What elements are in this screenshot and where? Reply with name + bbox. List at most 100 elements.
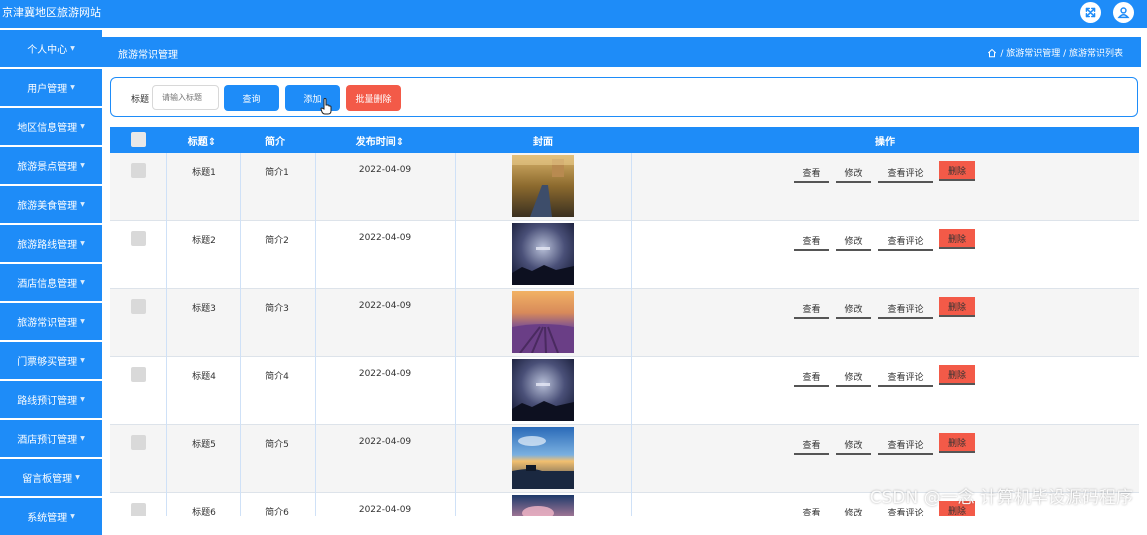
delete-button[interactable]: 删除 [939,297,975,317]
row-title: 标题1 [180,165,228,178]
sidebar-item-regions[interactable]: 地区信息管理▼ [0,108,102,145]
select-all-checkbox[interactable] [131,132,146,147]
column-divider [240,153,241,516]
row-checkbox[interactable] [131,231,146,246]
delete-button[interactable]: 删除 [939,161,975,181]
cover-image [512,427,574,489]
edit-button[interactable]: 修改 [836,503,871,516]
view-button[interactable]: 查看 [794,367,829,387]
row-title: 标题3 [180,301,228,314]
view-button[interactable]: 查看 [794,503,829,516]
delete-button[interactable]: 删除 [939,433,975,453]
cover-image [512,223,574,285]
hand-cursor-icon [320,98,332,115]
sidebar-item-users[interactable]: 用户管理▼ [0,69,102,106]
sidebar-item-label: 用户管理 [27,80,67,95]
sidebar-item-system[interactable]: 系统管理▼ [0,498,102,535]
sidebar-item-label: 个人中心 [27,41,67,56]
view-comments-button[interactable]: 查看评论 [878,299,933,319]
chevron-down-icon: ▼ [80,162,85,169]
edit-button[interactable]: 修改 [836,435,871,455]
view-button[interactable]: 查看 [794,163,829,183]
table-row: 标题3 简介3 2022-04-09 查看 修改 查看评论 删除 [110,289,1139,357]
row-checkbox[interactable] [131,435,146,450]
sidebar-item-label: 旅游常识管理 [17,314,77,329]
breadcrumb: / 旅游常识管理 / 旅游常识列表 [987,46,1123,59]
query-button[interactable]: 查询 [224,85,279,111]
row-title: 标题5 [180,437,228,450]
chevron-down-icon: ▼ [75,474,80,481]
edit-button[interactable]: 修改 [836,163,871,183]
title-search-input[interactable] [152,85,219,110]
view-button[interactable]: 查看 [794,299,829,319]
row-date: 2022-04-09 [350,233,420,243]
view-comments-button[interactable]: 查看评论 [878,163,933,183]
chevron-down-icon: ▼ [80,279,85,286]
row-checkbox[interactable] [131,299,146,314]
breadcrumb-text[interactable]: / 旅游常识管理 / 旅游常识列表 [1000,46,1123,59]
chevron-down-icon: ▼ [80,435,85,442]
chevron-down-icon: ▼ [70,513,75,520]
column-divider [315,153,316,516]
view-comments-button[interactable]: 查看评论 [878,231,933,251]
chevron-down-icon: ▼ [70,45,75,52]
row-title: 标题2 [180,233,228,246]
home-icon[interactable] [987,48,997,58]
sidebar-item-message-board[interactable]: 留言板管理▼ [0,459,102,496]
column-header-intro: 简介 [250,133,300,148]
sidebar-item-attractions[interactable]: 旅游景点管理▼ [0,147,102,184]
chevron-down-icon: ▼ [70,84,75,91]
sidebar-item-routes[interactable]: 旅游路线管理▼ [0,225,102,262]
row-checkbox[interactable] [131,163,146,178]
sidebar-item-tickets[interactable]: 门票够买管理▼ [0,342,102,379]
row-date: 2022-04-09 [350,437,420,447]
data-table: 标题⇕ 简介 发布时间⇕ 封面 操作 标题1 简介1 2022-04-09 查看… [110,127,1139,516]
chevron-down-icon: ▼ [80,318,85,325]
view-comments-button[interactable]: 查看评论 [878,367,933,387]
row-intro: 简介6 [253,505,301,516]
view-button[interactable]: 查看 [794,435,829,455]
site-title: 京津冀地区旅游网站 [2,4,101,20]
page-title: 旅游常识管理 [118,46,178,61]
sidebar-item-label: 系统管理 [27,509,67,524]
row-intro: 简介5 [253,437,301,450]
search-panel: 标题 查询 添加 批量删除 [110,77,1138,117]
table-row: 标题1 简介1 2022-04-09 查看 修改 查看评论 删除 [110,153,1139,221]
row-date: 2022-04-09 [350,165,420,175]
cover-image [512,495,574,516]
cover-image [512,291,574,353]
sidebar-item-food[interactable]: 旅游美食管理▼ [0,186,102,223]
sidebar-item-hotel-booking[interactable]: 酒店预订管理▼ [0,420,102,457]
row-date: 2022-04-09 [350,301,420,311]
view-button[interactable]: 查看 [794,231,829,251]
delete-button[interactable]: 删除 [939,365,975,385]
sidebar-item-label: 酒店信息管理 [17,275,77,290]
user-icon[interactable] [1113,2,1134,23]
edit-button[interactable]: 修改 [836,367,871,387]
delete-button[interactable]: 删除 [939,229,975,249]
row-date: 2022-04-09 [350,369,420,379]
sidebar-item-profile[interactable]: 个人中心▼ [0,30,102,67]
chevron-down-icon: ▼ [80,396,85,403]
view-comments-button[interactable]: 查看评论 [878,435,933,455]
edit-button[interactable]: 修改 [836,231,871,251]
sidebar-item-label: 旅游路线管理 [17,236,77,251]
column-header-title[interactable]: 标题⇕ [172,133,232,148]
row-date: 2022-04-09 [350,505,420,515]
fullscreen-icon[interactable] [1080,2,1101,23]
edit-button[interactable]: 修改 [836,299,871,319]
sidebar-item-label: 地区信息管理 [17,119,77,134]
row-intro: 简介1 [253,165,301,178]
table-row: 标题4 简介4 2022-04-09 查看 修改 查看评论 删除 [110,357,1139,425]
row-title: 标题4 [180,369,228,382]
page-header: 旅游常识管理 / 旅游常识管理 / 旅游常识列表 [102,37,1141,67]
sidebar-item-hotels[interactable]: 酒店信息管理▼ [0,264,102,301]
row-checkbox[interactable] [131,367,146,382]
column-divider [166,153,167,516]
column-header-date[interactable]: 发布时间⇕ [340,133,420,148]
column-divider [455,153,456,516]
sidebar-item-route-booking[interactable]: 路线预订管理▼ [0,381,102,418]
batch-delete-button[interactable]: 批量删除 [346,85,401,111]
sidebar-item-travel-tips[interactable]: 旅游常识管理▼ [0,303,102,340]
row-checkbox[interactable] [131,503,146,516]
